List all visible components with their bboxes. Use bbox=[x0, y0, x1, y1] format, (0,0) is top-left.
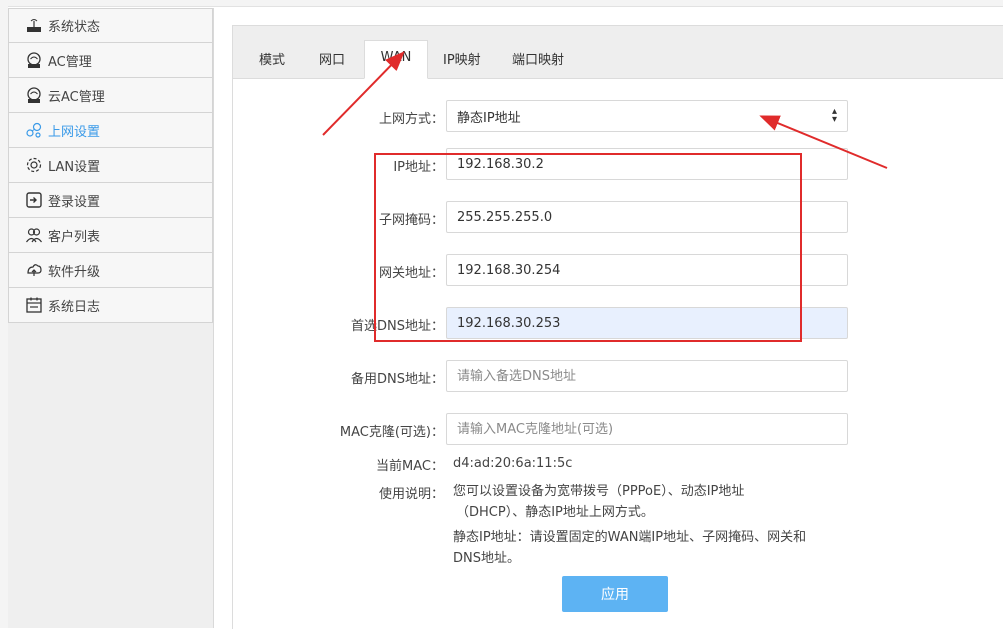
sidebar-item-label: 系统日志 bbox=[48, 299, 101, 315]
tab-port[interactable]: 网口 bbox=[319, 40, 345, 78]
subnet-mask-input[interactable] bbox=[446, 201, 848, 233]
ac-icon bbox=[25, 51, 43, 69]
mode-label: 上网方式： bbox=[378, 112, 444, 127]
sidebar-item-system-status[interactable]: 系统状态 bbox=[8, 8, 213, 43]
users-icon bbox=[25, 226, 43, 244]
mac-clone-input[interactable] bbox=[446, 413, 848, 445]
sidebar-item-label: 云AC管理 bbox=[48, 89, 105, 105]
sort-caret-icon: ▴ ▾ bbox=[831, 106, 837, 125]
tab-bar: 模式 网口 WAN IP映射 端口映射 bbox=[233, 26, 1003, 79]
upgrade-icon bbox=[25, 261, 43, 279]
ip-label: IP地址： bbox=[393, 160, 444, 175]
ip-address-input[interactable] bbox=[446, 148, 848, 180]
mask-label: 子网掩码： bbox=[378, 213, 444, 228]
sidebar-item-label: 上网设置 bbox=[48, 124, 101, 140]
usage-line-1: 您可以设置设备为宽带拨号（PPPoE）、动态IP地址 bbox=[453, 484, 745, 499]
sidebar-item-syslog[interactable]: 系统日志 bbox=[8, 288, 213, 323]
sidebar-item-label: 系统状态 bbox=[48, 20, 101, 35]
left-border bbox=[0, 0, 8, 628]
main-panel: 模式 网口 WAN IP映射 端口映射 上网方式： 静态IP地址 ▴ ▾ IP地址… bbox=[232, 25, 1003, 629]
tab-wan[interactable]: WAN bbox=[364, 40, 428, 79]
sidebar-item-upgrade[interactable]: 软件升级 bbox=[8, 253, 213, 288]
tab-label: WAN bbox=[380, 50, 412, 65]
usage-line-2: （DHCP）、静态IP地址上网方式。 bbox=[456, 505, 654, 520]
sidebar-item-lan[interactable]: LAN设置 bbox=[8, 148, 213, 183]
sidebar-item-label: LAN设置 bbox=[48, 159, 101, 175]
calendar-icon bbox=[25, 296, 43, 314]
sidebar-item-login[interactable]: 登录设置 bbox=[8, 183, 213, 218]
tab-mode[interactable]: 模式 bbox=[259, 40, 285, 78]
gateway-label: 网关地址： bbox=[378, 266, 444, 281]
mac-clone-label: MAC克隆(可选)： bbox=[339, 425, 444, 440]
dns1-label: 首选DNS地址： bbox=[351, 319, 444, 334]
connection-mode-value: 静态IP地址 bbox=[457, 110, 521, 126]
sidebar-item-label: 软件升级 bbox=[48, 264, 101, 280]
sidebar-item-label: 登录设置 bbox=[48, 194, 101, 210]
tab-ip-mapping[interactable]: IP映射 bbox=[443, 40, 481, 78]
tab-label: IP映射 bbox=[443, 53, 481, 68]
current-mac-label: 当前MAC： bbox=[376, 459, 444, 474]
secondary-dns-input[interactable] bbox=[446, 360, 848, 392]
sidebar-item-ac[interactable]: AC管理 bbox=[8, 43, 213, 78]
sidebar-item-clients[interactable]: 客户列表 bbox=[8, 218, 213, 253]
tab-label: 端口映射 bbox=[512, 53, 565, 68]
sidebar-item-label: 客户列表 bbox=[48, 229, 101, 245]
static-note-line-1: 静态IP地址：请设置固定的WAN端IP地址、子网掩码、网关和 bbox=[453, 530, 807, 545]
sidebar-item-internet[interactable]: 上网设置 bbox=[8, 113, 213, 148]
apply-button[interactable]: 应用 bbox=[562, 576, 668, 612]
cloud-ac-icon bbox=[25, 86, 43, 104]
login-icon bbox=[25, 191, 43, 209]
router-icon bbox=[25, 17, 43, 35]
dns2-label: 备用DNS地址： bbox=[351, 372, 444, 387]
tab-port-mapping[interactable]: 端口映射 bbox=[512, 40, 564, 78]
sidebar: 系统状态 AC管理 云AC管理 上网设置 LAN设置 登录设置 客户列表 软件升… bbox=[8, 8, 214, 628]
gateway-input[interactable] bbox=[446, 254, 848, 286]
top-border bbox=[0, 0, 1003, 7]
gear-icon bbox=[25, 156, 43, 174]
connection-mode-select[interactable]: 静态IP地址 ▴ ▾ bbox=[446, 100, 848, 132]
sidebar-item-cloud-ac[interactable]: 云AC管理 bbox=[8, 78, 213, 113]
current-mac-value: d4:ad:20:6a:11:5c bbox=[453, 456, 573, 471]
network-icon bbox=[25, 121, 43, 139]
tab-label: 模式 bbox=[259, 53, 286, 68]
tab-label: 网口 bbox=[319, 53, 346, 68]
usage-label: 使用说明： bbox=[378, 487, 444, 502]
primary-dns-input[interactable] bbox=[446, 307, 848, 339]
sidebar-item-label: AC管理 bbox=[48, 54, 92, 70]
static-note-line-2: DNS地址。 bbox=[453, 551, 520, 566]
